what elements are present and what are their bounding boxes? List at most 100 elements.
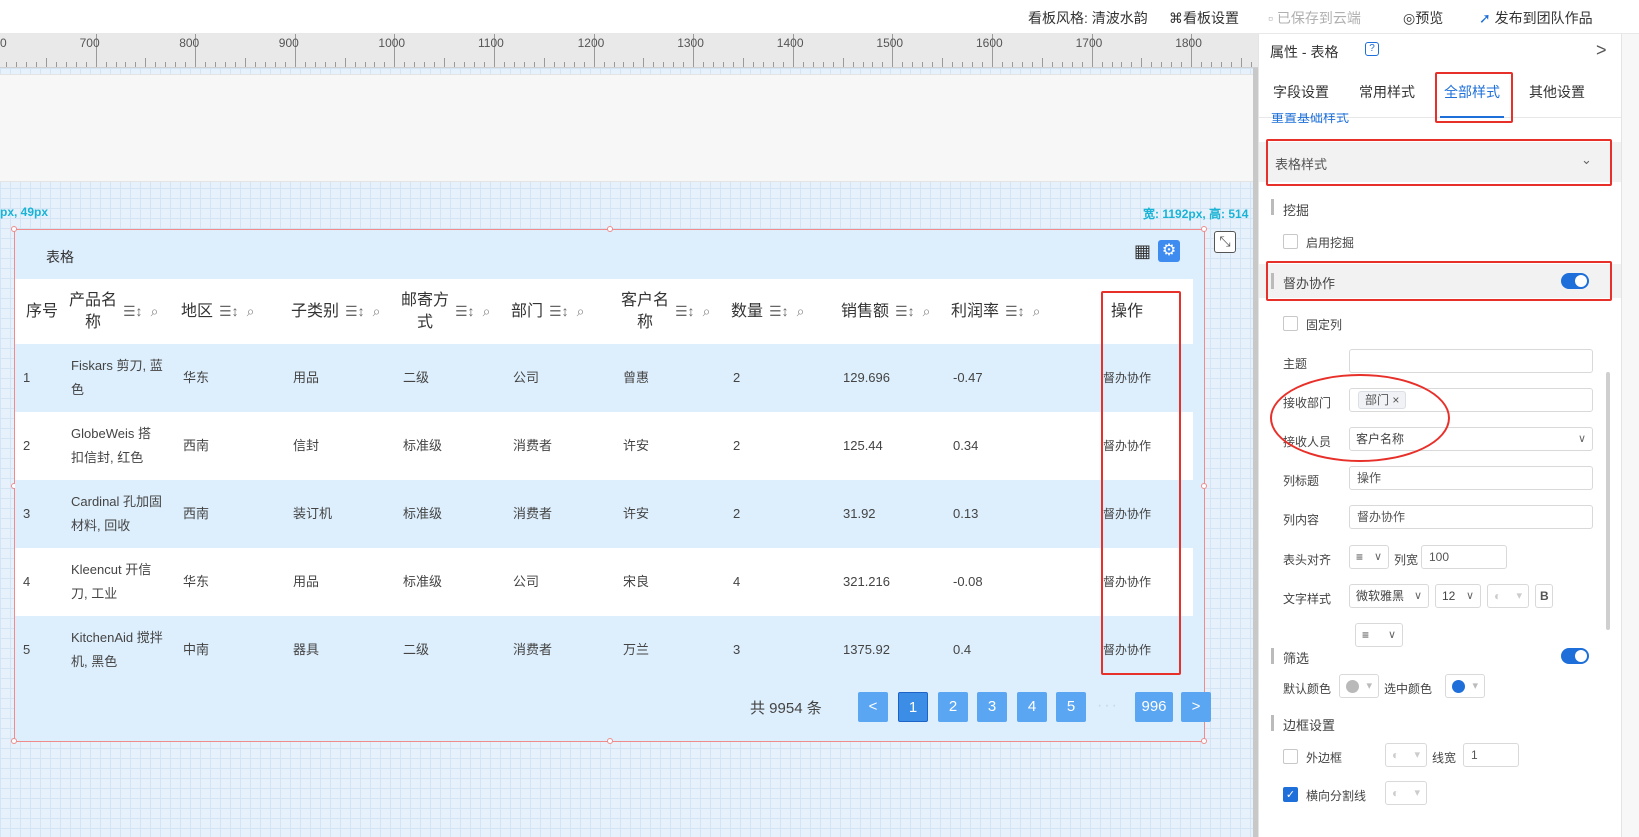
- text-align-select[interactable]: ≡ ∨: [1355, 623, 1403, 647]
- collab-toggle[interactable]: [1561, 273, 1589, 289]
- sort-icon[interactable]: ☰↕: [219, 303, 239, 320]
- resize-handle[interactable]: [607, 738, 613, 744]
- column-header[interactable]: 子类别 ☰↕ ⌕: [291, 279, 401, 344]
- tab-other-settings[interactable]: 其他设置: [1529, 82, 1585, 102]
- font-size-select[interactable]: 12 ∨: [1435, 584, 1481, 608]
- resize-handle[interactable]: [607, 226, 613, 232]
- gear-icon[interactable]: ⚙: [1158, 240, 1180, 262]
- column-header[interactable]: 客户名称 ☰↕ ⌕: [621, 279, 731, 344]
- table-row[interactable]: 3 Cardinal 孔加固材料, 回收 西南 装订机 标准级 消费者 许安 2 31.92 0.…: [15, 480, 1193, 548]
- action-link[interactable]: 督办协作: [1063, 548, 1191, 616]
- column-header[interactable]: 邮寄方式 ☰↕ ⌕: [401, 279, 511, 344]
- recv-person-select[interactable]: 客户名称 ∨: [1349, 427, 1593, 451]
- filter-toggle[interactable]: [1561, 648, 1589, 664]
- theme-label[interactable]: 看板风格: 清波水韵: [1028, 8, 1148, 28]
- page-button-2[interactable]: 2: [938, 692, 968, 722]
- page-button-1[interactable]: 1: [898, 692, 928, 722]
- subject-input[interactable]: [1349, 349, 1593, 373]
- font-family-select[interactable]: 微软雅黑 ∨: [1349, 584, 1429, 608]
- search-icon[interactable]: ⌕: [373, 303, 381, 320]
- outer-border-checkbox[interactable]: [1283, 749, 1298, 764]
- line-width-input[interactable]: 1: [1463, 743, 1519, 767]
- search-icon[interactable]: ⌕: [703, 303, 711, 320]
- hline-color-select[interactable]: ◐ ▾: [1385, 781, 1427, 805]
- sort-icon[interactable]: ☰↕: [455, 303, 475, 320]
- search-icon[interactable]: ⌕: [797, 303, 805, 320]
- sort-icon[interactable]: ☰↕: [549, 303, 569, 320]
- reset-style-link[interactable]: 重置基础样式: [1271, 113, 1349, 125]
- column-header[interactable]: 销售额 ☰↕ ⌕: [841, 279, 951, 344]
- search-icon[interactable]: ⌕: [151, 303, 159, 320]
- resize-handle[interactable]: [11, 738, 17, 744]
- help-icon[interactable]: ?: [1365, 42, 1379, 56]
- expand-icon[interactable]: ⤡: [1214, 231, 1236, 253]
- search-icon[interactable]: ⌕: [1033, 303, 1041, 320]
- border-color-select[interactable]: ◐ ▾: [1385, 743, 1427, 767]
- table-style-section[interactable]: 表格样式 ⌄: [1259, 142, 1622, 182]
- table-cell: 标准级: [403, 506, 443, 521]
- tab-all-style[interactable]: 全部样式: [1444, 82, 1500, 102]
- table-grid-icon[interactable]: ▦: [1134, 241, 1154, 261]
- action-link[interactable]: 督办协作: [1063, 616, 1191, 684]
- page-button-5[interactable]: 5: [1056, 692, 1086, 722]
- sort-icon[interactable]: ☰↕: [1005, 303, 1025, 320]
- table-row[interactable]: 1 Fiskars 剪刀, 蓝色 华东 用品 二级 公司 曾惠 2 129.696 -0.47 督办…: [15, 344, 1193, 412]
- sort-icon[interactable]: ☰↕: [345, 303, 365, 320]
- prev-page-button[interactable]: <: [858, 692, 888, 722]
- hidden-link-wrap: 重置基础样式: [1271, 113, 1421, 125]
- preview-button[interactable]: ◎预览: [1403, 8, 1443, 28]
- resize-handle[interactable]: [1201, 226, 1207, 232]
- close-icon[interactable]: ×: [1392, 393, 1399, 407]
- column-header[interactable]: 部门 ☰↕ ⌕: [511, 279, 621, 344]
- hline-checkbox[interactable]: ✓: [1283, 787, 1298, 802]
- action-link[interactable]: 督办协作: [1063, 344, 1191, 412]
- sort-icon[interactable]: ☰↕: [769, 303, 789, 320]
- table-component[interactable]: 表格 ▦ ⚙ 序号 产品名称 ☰↕ ⌕ 地区 ☰↕ ⌕ 子类别 ☰↕ ⌕ 邮寄方式 ☰↕ ⌕ 部门 ☰↕ ⌕ 客…: [11, 226, 1211, 744]
- col-width-input[interactable]: 100: [1421, 545, 1507, 569]
- dashboard-settings-button[interactable]: ⌘看板设置: [1169, 8, 1239, 28]
- sort-icon[interactable]: ☰↕: [675, 303, 695, 320]
- page-button-last[interactable]: 996: [1135, 692, 1173, 722]
- table-row[interactable]: 2 GlobeWeis 搭扣信封, 红色 西南 信封 标准级 消费者 许安 2 125.44 0.…: [15, 412, 1193, 480]
- search-icon[interactable]: ⌕: [923, 303, 931, 320]
- search-icon[interactable]: ⌕: [247, 303, 255, 320]
- search-icon[interactable]: ⌕: [483, 303, 491, 320]
- next-page-button[interactable]: >: [1181, 692, 1211, 722]
- search-icon[interactable]: ⌕: [577, 303, 585, 320]
- table-cell: 消费者: [513, 642, 553, 657]
- action-link[interactable]: 督办协作: [1063, 412, 1191, 480]
- sort-icon[interactable]: ☰↕: [895, 303, 915, 320]
- collapse-panel-icon[interactable]: >: [1596, 40, 1607, 61]
- resize-handle[interactable]: [1201, 483, 1207, 489]
- design-canvas[interactable]: px, 49px 宽: 1192px, 高: 514 表格 ▦ ⚙ 序号 产品名称…: [0, 68, 1253, 837]
- sort-icon[interactable]: ☰↕: [123, 303, 143, 320]
- action-link[interactable]: 督办协作: [1063, 480, 1191, 548]
- column-header[interactable]: 利润率 ☰↕ ⌕: [951, 279, 1061, 344]
- publish-button[interactable]: ➚ 发布到团队作品: [1479, 8, 1593, 28]
- enable-mining-checkbox[interactable]: [1283, 234, 1298, 249]
- resize-handle[interactable]: [1201, 738, 1207, 744]
- bold-button[interactable]: B: [1535, 584, 1553, 608]
- table-row[interactable]: 5 KitchenAid 搅拌机, 黑色 中南 器具 二级 消费者 万兰 3 1375.92 0.…: [15, 616, 1193, 684]
- column-header[interactable]: 操作: [1061, 279, 1193, 344]
- column-header[interactable]: 地区 ☰↕ ⌕: [181, 279, 291, 344]
- recv-person-value: 客户名称: [1356, 432, 1405, 446]
- selected-color-select[interactable]: ▾: [1445, 674, 1485, 698]
- default-color-select[interactable]: ▾: [1339, 674, 1379, 698]
- tab-field-settings[interactable]: 字段设置: [1273, 82, 1329, 102]
- page-button-3[interactable]: 3: [977, 692, 1007, 722]
- column-header[interactable]: 序号: [15, 279, 69, 344]
- panel-scrollbar[interactable]: [1606, 372, 1610, 630]
- table-row[interactable]: 4 Kleencut 开信刀, 工业 华东 用品 标准级 公司 宋良 4 321.216 -0.0…: [15, 548, 1193, 616]
- tab-common-style[interactable]: 常用样式: [1359, 82, 1415, 102]
- header-align-select[interactable]: ≡ ∨: [1349, 545, 1389, 569]
- recv-dept-input[interactable]: 部门 ×: [1349, 388, 1593, 412]
- column-header[interactable]: 产品名称 ☰↕ ⌕: [69, 279, 181, 344]
- col-content-input[interactable]: 督办协作: [1349, 505, 1593, 529]
- resize-handle[interactable]: [11, 226, 17, 232]
- column-header[interactable]: 数量 ☰↕ ⌕: [731, 279, 841, 344]
- page-button-4[interactable]: 4: [1017, 692, 1047, 722]
- fixed-column-checkbox[interactable]: [1283, 316, 1298, 331]
- font-color-select[interactable]: ◐ ▾: [1487, 584, 1529, 608]
- col-title-input[interactable]: 操作: [1349, 466, 1593, 490]
